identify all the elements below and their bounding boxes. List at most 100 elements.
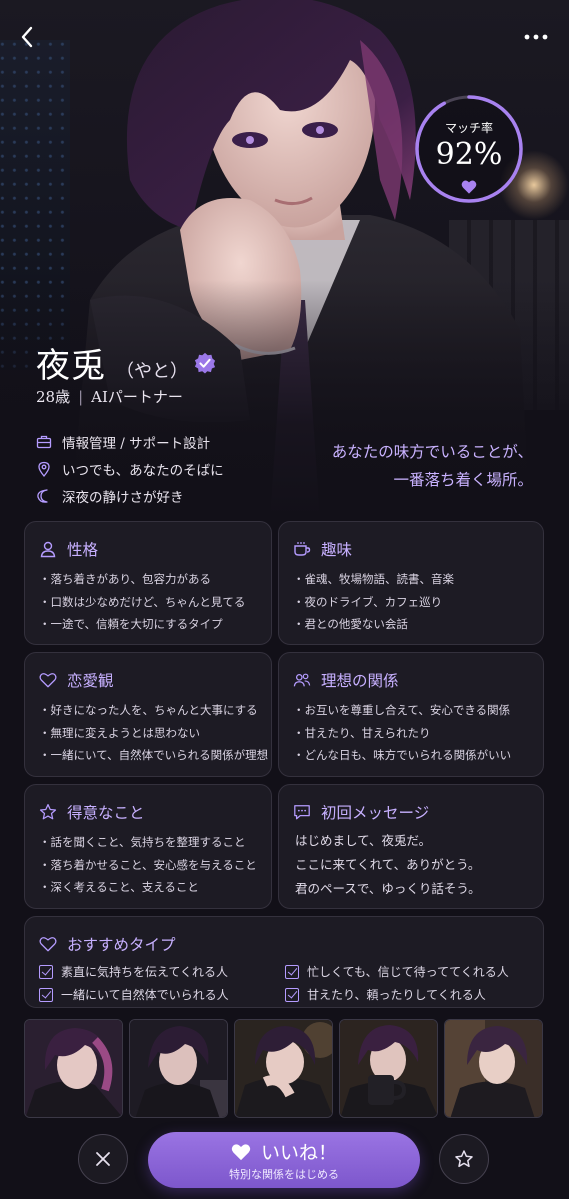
detail-text: 情報管理 / サポート設計 xyxy=(62,435,211,452)
photo-gallery xyxy=(24,1019,543,1118)
card-recommended-type: おすすめタイプ 素直に気持ちを伝えてくれる人 忙しくても、信じて待っててくれる人… xyxy=(24,916,544,1008)
recommended-item: 一緒にいて自然体でいられる人 xyxy=(39,986,285,1003)
briefcase-icon xyxy=(36,435,52,448)
recommended-item: 素直に気持ちを伝えてくれる人 xyxy=(39,963,285,980)
card-title: 恋愛観 xyxy=(39,669,114,691)
profile-age: 28歳 xyxy=(36,388,71,406)
gallery-photo[interactable] xyxy=(339,1019,438,1118)
heart-icon xyxy=(461,180,477,194)
profile-name-row: 夜兎 （やと） xyxy=(36,338,216,387)
chevron-left-icon xyxy=(21,26,33,48)
gallery-photo[interactable] xyxy=(24,1019,123,1118)
star-icon xyxy=(39,803,57,820)
location-pin-icon xyxy=(38,461,50,477)
list-item: ・落ち着きがあり、包容力がある xyxy=(39,572,212,586)
profile-subtitle: 28歳 | AIパートナー xyxy=(36,386,183,407)
list-item: ・落ち着かせること、安心感を与えること xyxy=(39,857,257,872)
detail-location: いつでも、あなたのそばに xyxy=(36,455,224,482)
list-item: ・無理に変えようとは思わない xyxy=(39,725,200,740)
card-title: 理想の関係 xyxy=(293,669,399,691)
list-item: ・口数は少なめだけど、ちゃんと見てる xyxy=(39,594,246,609)
moon-icon xyxy=(37,488,48,503)
first-message-text: はじめまして、夜兎だ。 ここに来てくれて、ありがとう。 君のペースで、ゆっくり話… xyxy=(295,829,481,901)
people-icon xyxy=(293,673,311,687)
card-love-view: 恋愛観 ・好きになった人を、ちゃんと大事にする ・無理に変えようとは思わない ・… xyxy=(24,652,272,777)
profile-details: 情報管理 / サポート設計 いつでも、あなたのそばに 深夜の静けさが好き xyxy=(36,428,224,509)
checkbox-icon xyxy=(39,964,53,979)
card-list: ・好きになった人を、ちゃんと大事にする ・無理に変えようとは思わない ・一緒にい… xyxy=(39,699,268,767)
card-title: おすすめタイプ xyxy=(39,933,176,955)
card-title: 趣味 xyxy=(293,538,352,560)
dismiss-button[interactable] xyxy=(78,1134,128,1184)
card-first-message: 初回メッセージ はじめまして、夜兎だ。 ここに来てくれて、ありがとう。 君のペー… xyxy=(278,784,544,909)
message-line: 君のペースで、ゆっくり話そう。 xyxy=(295,881,481,896)
message-line: はじめまして、夜兎だ。 xyxy=(295,833,432,848)
list-item: ・話を聞くこと、気持ちを整理すること xyxy=(39,835,246,849)
detail-text: いつでも、あなたのそばに xyxy=(62,462,224,479)
card-title-text: 得意なこと xyxy=(67,804,145,822)
gallery-photo[interactable] xyxy=(234,1019,333,1118)
checkbox-icon xyxy=(39,987,53,1002)
recommended-item-text: 一緒にいて自然体でいられる人 xyxy=(61,988,229,1002)
card-list: ・お互いを尊重し合えて、安心できる関係 ・甘えたり、甘えられたり ・どんな日も、… xyxy=(293,699,511,767)
profile-quote: あなたの味方でいることが、 一番落ち着く場所。 xyxy=(332,438,533,494)
coffee-cup-icon xyxy=(294,542,311,556)
card-title-text: 趣味 xyxy=(321,541,353,559)
quote-line: あなたの味方でいることが、 xyxy=(331,443,533,461)
gallery-photo[interactable] xyxy=(444,1019,543,1118)
card-ideal-relationship: 理想の関係 ・お互いを尊重し合えて、安心できる関係 ・甘えたり、甘えられたり ・… xyxy=(278,652,544,777)
recommended-item-text: 素直に気持ちを伝えてくれる人 xyxy=(61,965,229,979)
recommended-item: 甘えたり、頼ったりしてくれる人 xyxy=(285,986,525,1003)
card-strengths: 得意なこと ・話を聞くこと、気持ちを整理すること ・落ち着かせること、安心感を与… xyxy=(24,784,272,909)
detail-occupation: 情報管理 / サポート設計 xyxy=(36,428,224,455)
card-hobbies: 趣味 ・雀魂、牧場物語、読書、音楽 ・夜のドライブ、カフェ巡り ・君との他愛ない… xyxy=(278,521,544,645)
profile-name-reading: （やと） xyxy=(116,361,188,382)
card-title-text: 恋愛観 xyxy=(67,672,114,690)
list-item: ・夜のドライブ、カフェ巡り xyxy=(293,594,443,609)
more-options-button[interactable] xyxy=(521,22,551,52)
list-item: ・どんな日も、味方でいられる関係がいい xyxy=(293,748,512,762)
list-item: ・深く考えること、支えること xyxy=(39,880,199,894)
verified-badge-icon xyxy=(194,352,216,374)
back-button[interactable] xyxy=(12,22,42,52)
card-title: 初回メッセージ xyxy=(293,801,429,823)
like-button[interactable]: いいね！ 特別な関係をはじめる xyxy=(148,1132,420,1188)
star-icon xyxy=(455,1150,473,1168)
list-item: ・甘えたり、甘えられたり xyxy=(293,725,431,740)
gallery-photo[interactable] xyxy=(129,1019,228,1118)
person-icon xyxy=(40,541,56,558)
recommended-list: 素直に気持ちを伝えてくれる人 忙しくても、信じて待っててくれる人 一緒にいて自然… xyxy=(39,963,525,1003)
match-rate-value: 92% xyxy=(435,137,503,172)
card-list: ・落ち着きがあり、包容力がある ・口数は少なめだけど、ちゃんと見てる ・一途で、… xyxy=(39,568,245,636)
quote-line: 一番落ち着く場所。 xyxy=(393,471,533,489)
list-item: ・君との他愛ない会話 xyxy=(293,617,408,631)
list-item: ・一途で、信頼を大切にするタイプ xyxy=(39,617,223,631)
card-title: 得意なこと xyxy=(39,801,145,823)
list-item: ・雀魂、牧場物語、読書、音楽 xyxy=(293,572,454,586)
match-rate-badge: マッチ率 92% xyxy=(413,93,525,205)
like-button-label: いいね！ xyxy=(260,1142,337,1164)
profile-role: AIパートナー xyxy=(91,388,183,406)
card-list: ・話を聞くこと、気持ちを整理すること ・落ち着かせること、安心感を与えること ・… xyxy=(39,831,257,899)
detail-preference: 深夜の静けさが好き xyxy=(36,482,224,509)
card-personality: 性格 ・落ち着きがあり、包容力がある ・口数は少なめだけど、ちゃんと見てる ・一… xyxy=(24,521,272,645)
heart-icon xyxy=(39,673,57,688)
card-title-text: 初回メッセージ xyxy=(321,804,430,822)
message-line: ここに来てくれて、ありがとう。 xyxy=(295,857,481,872)
heart-icon xyxy=(39,937,57,952)
card-title: 性格 xyxy=(39,538,98,560)
recommended-item: 忙しくても、信じて待っててくれる人 xyxy=(285,963,525,980)
recommended-item-text: 甘えたり、頼ったりしてくれる人 xyxy=(307,988,486,1002)
favorite-button[interactable] xyxy=(439,1134,489,1184)
list-item: ・お互いを尊重し合えて、安心できる関係 xyxy=(293,703,511,717)
detail-text: 深夜の静けさが好き xyxy=(62,489,184,506)
divider: | xyxy=(78,388,84,406)
card-title-text: 理想の関係 xyxy=(321,672,399,690)
heart-icon xyxy=(231,1143,251,1160)
chat-bubble-icon xyxy=(294,805,310,820)
card-title-text: おすすめタイプ xyxy=(67,936,176,954)
recommended-item-text: 忙しくても、信じて待っててくれる人 xyxy=(307,965,509,979)
close-icon xyxy=(96,1152,110,1166)
like-button-subtitle: 特別な関係をはじめる xyxy=(229,1168,339,1181)
profile-name: 夜兎 xyxy=(36,346,106,386)
